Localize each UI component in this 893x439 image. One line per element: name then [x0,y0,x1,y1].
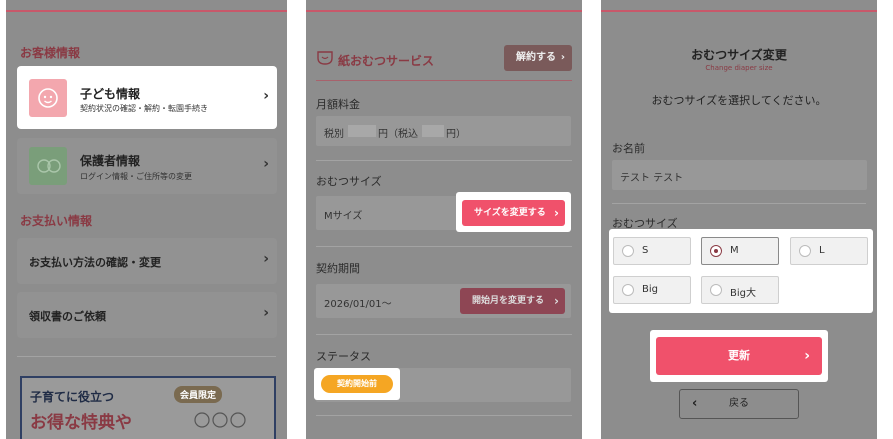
chevron-right-icon: › [804,348,810,364]
cancel-button-label: 解約する [516,52,556,63]
monthly-fee-suffix: 円） [446,129,466,140]
chevron-right-icon: › [263,156,269,172]
member-benefits-banner[interactable]: 子育てに役立つ お得な特典や 会員限定 [20,376,276,439]
banner-badge: 会員限定 [174,386,223,403]
back-button[interactable]: ‹ 戻る [679,389,799,419]
top-accent-line [6,10,287,12]
guardian-info-title: 保護者情報 [80,154,141,168]
banner-line1: 子育てに役立つ [30,390,115,404]
chevron-right-icon: › [560,52,565,63]
size-option-label: S [642,245,649,256]
chevron-right-icon: › [554,294,559,308]
monthly-fee-mid: 円（税込 [378,129,418,140]
chevron-right-icon: › [263,251,269,267]
child-info-card[interactable]: 子ども情報 契約状況の確認・解約・転園手続き › [17,66,277,129]
chevron-right-icon: › [554,206,559,220]
divider [316,334,572,335]
status-badge: 契約開始前 [321,375,393,393]
payment-info-heading: お支払い情報 [20,214,93,228]
contract-period-label: 契約期間 [316,262,360,275]
diaper-size-field: Mサイズ [316,196,466,230]
size-option-l[interactable]: L [790,237,868,265]
size-option-label: M [730,245,739,256]
instruction-text: おむつサイズを選択してください。 [651,94,827,107]
change-size-button[interactable]: サイズを変更する › [462,200,565,226]
radio-icon [710,284,722,296]
guardian-face-icon [29,147,67,185]
chevron-left-icon: ‹ [692,396,698,411]
divider [316,415,572,416]
child-info-subtitle: 契約状況の確認・解約・転園手続き [80,104,208,113]
child-info-title: 子ども情報 [80,87,141,101]
radio-icon [622,245,634,257]
page-title: おむつサイズ変更 [691,48,787,62]
back-button-label: 戻る [729,398,749,409]
diaper-icon [316,49,334,67]
name-label: お名前 [612,142,645,155]
size-option-label: Big大 [730,288,756,299]
monthly-fee-label: 月額料金 [316,98,360,111]
child-face-icon [29,79,67,117]
panel-mypage: お客様情報 子ども情報 契約状況の確認・解約・転園手続き › 保護者情報 ログイ… [6,0,287,439]
size-option-label: L [819,245,825,256]
change-size-button-label: サイズを変更する [474,208,546,218]
name-field: テスト テスト [612,160,867,190]
radio-icon [799,245,811,257]
guardian-info-card[interactable]: 保護者情報 ログイン情報・ご住所等の変更 › [17,138,277,194]
guardian-info-subtitle: ログイン情報・ご住所等の変更 [80,172,192,181]
name-value: テスト テスト [620,173,684,184]
masked-amount [348,125,376,137]
size-options-panel: S M L Big Big大 [609,229,873,313]
diaper-size-label: おむつサイズ [316,175,382,188]
receipt-request-label: 領収書のご依頼 [29,310,106,323]
top-accent-line [601,10,877,12]
page-subtitle: Change diaper size [705,64,773,72]
panel-size-change: おむつサイズ変更 Change diaper size おむつサイズを選択してく… [601,0,877,439]
change-start-button[interactable]: 開始月を変更する › [460,288,565,314]
size-option-label: Big [642,284,658,295]
divider [316,160,572,161]
people-illustration-icon [192,408,252,438]
size-option-s[interactable]: S [613,237,691,265]
chevron-right-icon: › [263,305,269,321]
cancel-button[interactable]: 解約する › [504,45,572,71]
panel-diaper-service: 紙おむつサービス 解約する › 月額料金 税別 円（税込 円） おむつサイズ M… [306,0,582,439]
banner-line2: お得な特典や [30,413,132,433]
monthly-fee-field: 税別 円（税込 円） [316,116,571,146]
change-start-button-label: 開始月を変更する [472,296,545,306]
customer-info-heading: お客様情報 [20,46,81,60]
receipt-request-card[interactable]: 領収書のご依頼 › [17,292,277,338]
size-option-m[interactable]: M [701,237,779,265]
divider [316,246,572,247]
size-option-big-large[interactable]: Big大 [701,276,779,304]
radio-icon [622,284,634,296]
payment-method-card[interactable]: お支払い方法の確認・変更 › [17,238,277,284]
masked-amount [422,125,444,137]
chevron-right-icon: › [263,88,269,104]
monthly-fee-prefix: 税別 [324,129,344,140]
service-title: 紙おむつサービス [338,54,435,68]
radio-selected-icon [710,245,722,257]
diaper-size-value: Mサイズ [324,211,363,222]
update-button-label: 更新 [728,349,750,362]
payment-method-label: お支払い方法の確認・変更 [29,256,161,269]
size-option-big[interactable]: Big [613,276,691,304]
status-label: ステータス [316,350,371,363]
top-accent-line [306,10,582,12]
update-button[interactable]: 更新 › [656,337,822,375]
divider [17,356,276,357]
contract-period-value: 2026/01/01〜 [324,299,392,310]
header-divider [316,80,572,81]
divider [612,203,866,204]
